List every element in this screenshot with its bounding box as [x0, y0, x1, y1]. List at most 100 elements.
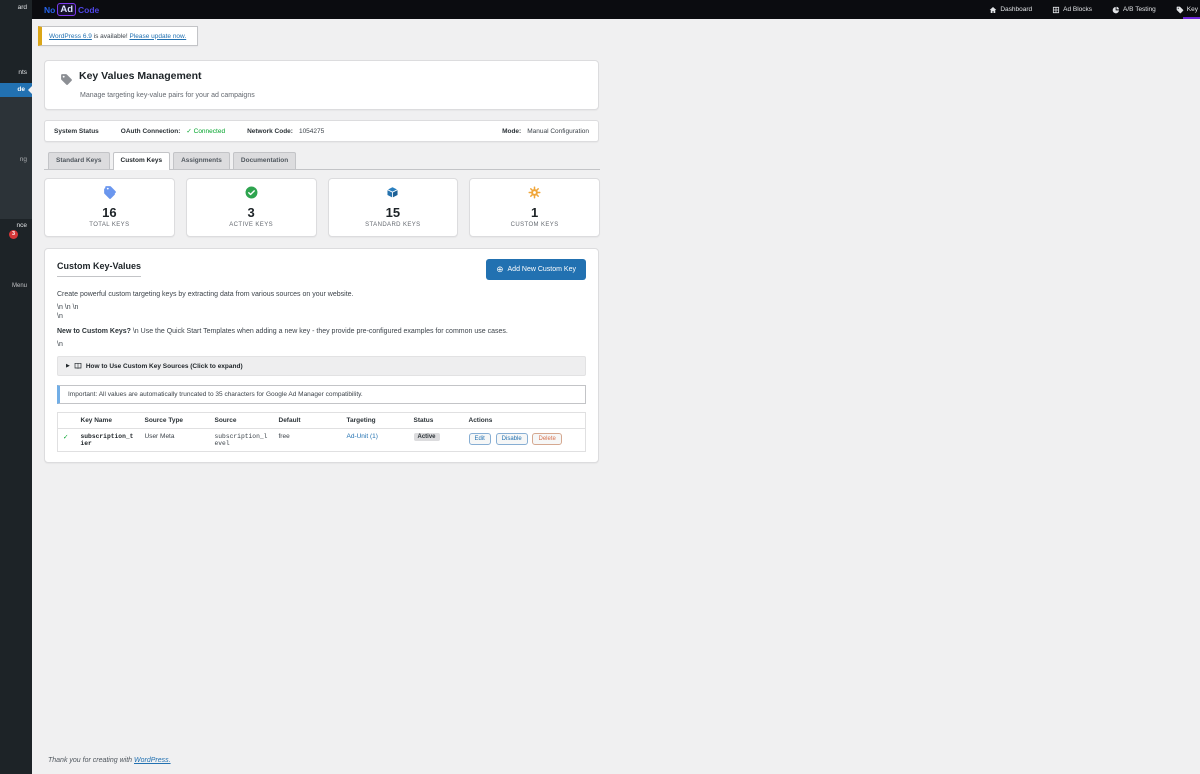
delete-button[interactable]: Delete [532, 433, 561, 445]
panel-title: Custom Key-Values [57, 261, 141, 277]
tab-assignments[interactable]: Assignments [173, 152, 230, 169]
tip-text: New to Custom Keys? \n Use the Quick Sta… [57, 328, 586, 335]
stat-active-keys-value: 3 [187, 205, 316, 220]
oauth-status-value: ✓ Connected [186, 127, 225, 135]
expand-arrow-icon: ▶ [66, 363, 70, 369]
stat-card-standard-keys: 15 STANDARD KEYS [328, 178, 459, 237]
mode-label: Mode: [502, 128, 521, 135]
stat-custom-keys-label: CUSTOM KEYS [470, 222, 599, 228]
oauth-label: OAuth Connection: [121, 128, 181, 135]
stat-total-keys-value: 16 [45, 205, 174, 220]
how-to-expander[interactable]: ▶ How to Use Custom Key Sources (Click t… [57, 356, 586, 376]
check-circle-icon [245, 186, 258, 199]
sidebar-subitem-fragment[interactable]: ng [20, 156, 27, 163]
page-subtitle: Manage targeting key-value pairs for you… [80, 92, 255, 99]
cell-source-type: User Meta [145, 433, 175, 440]
cell-default: free [279, 433, 290, 440]
sidebar-item-active-plugin[interactable]: de [0, 83, 32, 97]
adminbar-item-dashboard[interactable]: Dashboard [989, 6, 1032, 14]
admin-bar: No Ad Code Dashboard Ad Blocks A/B Testi… [32, 0, 1200, 19]
wordpress-footer-link[interactable]: WordPress. [134, 757, 171, 764]
tag-icon [1176, 6, 1184, 14]
gear-icon [528, 186, 541, 199]
tag-icon [60, 73, 73, 86]
tab-standard-keys[interactable]: Standard Keys [48, 152, 110, 169]
grid-icon [1052, 6, 1060, 14]
sidebar-active-label: de [17, 86, 25, 93]
adminbar-item-label: Dashboard [1000, 6, 1032, 13]
book-icon [74, 362, 82, 370]
tip-rest: \n Use the Quick Start Templates when ad… [131, 328, 508, 335]
tab-bar: Standard Keys Custom Keys Assignments Do… [44, 152, 600, 170]
panel-intro-text: Create powerful custom targeting keys by… [57, 291, 586, 298]
sidebar-submenu: ng [0, 97, 32, 219]
stat-card-active-keys: 3 ACTIVE KEYS [186, 178, 317, 237]
tab-documentation[interactable]: Documentation [233, 152, 296, 169]
sidebar-item-appearance-fragment[interactable]: nce [17, 222, 27, 229]
cell-key-name: subscription_tier [81, 433, 134, 447]
footer-text: Thank you for creating with [48, 757, 134, 764]
col-targeting: Targeting [342, 413, 409, 429]
expander-label: How to Use Custom Key Sources (Click to … [86, 363, 243, 370]
plus-circle-icon: ⊕ [496, 265, 503, 274]
col-default: Default [274, 413, 342, 429]
edit-button[interactable]: Edit [469, 433, 491, 445]
tip-bold: New to Custom Keys? [57, 328, 131, 335]
update-now-link[interactable]: Please update now. [129, 33, 186, 40]
system-status-bar: System Status OAuth Connection: ✓ Connec… [44, 120, 599, 142]
adminbar-item-ab-testing[interactable]: A/B Testing [1112, 6, 1156, 14]
custom-keys-table: Key Name Source Type Source Default Targ… [57, 412, 586, 452]
plugin-logo[interactable]: No Ad Code [44, 3, 99, 16]
page-header-card: Key Values Management Manage targeting k… [44, 60, 599, 110]
tab-custom-keys[interactable]: Custom Keys [113, 152, 171, 170]
wordpress-update-notice: WordPress 6.9 is available! Please updat… [38, 26, 198, 46]
disable-button[interactable]: Disable [496, 433, 528, 445]
logo-text-no: No [44, 5, 55, 15]
wordpress-version-link[interactable]: WordPress 6.9 [49, 33, 92, 40]
cube-icon [386, 186, 399, 199]
targeting-link[interactable]: Ad-Unit (1) [347, 433, 378, 440]
newline-artifact-3: \n [57, 341, 586, 348]
adminbar-item-label: Ad Blocks [1063, 6, 1092, 13]
col-status: Status [409, 413, 464, 429]
adminbar-menu: Dashboard Ad Blocks A/B Testing Key [989, 0, 1198, 19]
page-title: Key Values Management [79, 70, 202, 82]
adminbar-item-ad-blocks[interactable]: Ad Blocks [1052, 6, 1092, 14]
cell-source: subscription_level [215, 433, 268, 447]
active-check-icon: ✓ [63, 434, 68, 441]
mode-value: Manual Configuration [527, 128, 589, 135]
adminbar-item-label: Key [1187, 6, 1198, 13]
add-new-custom-key-button[interactable]: ⊕ Add New Custom Key [486, 259, 586, 280]
stat-standard-keys-value: 15 [329, 205, 458, 220]
logo-text-code: Code [78, 5, 99, 15]
col-source: Source [210, 413, 274, 429]
stats-row: 16 TOTAL KEYS 3 ACTIVE KEYS 15 STANDARD … [44, 178, 600, 237]
col-source-type: Source Type [140, 413, 210, 429]
active-menu-arrow-icon [28, 86, 32, 94]
stat-total-keys-label: TOTAL KEYS [45, 222, 174, 228]
sidebar-item-comments-fragment[interactable]: nts [18, 69, 27, 76]
sidebar-item-dashboard-fragment[interactable]: ard [18, 4, 27, 11]
stat-active-keys-label: ACTIVE KEYS [187, 222, 316, 228]
newline-artifact-1: \n \n \n [57, 304, 586, 311]
pie-chart-icon [1112, 6, 1120, 14]
adminbar-item-key-values[interactable]: Key [1176, 6, 1198, 14]
col-check [58, 413, 76, 429]
network-code-value: 1054275 [299, 128, 324, 135]
stat-standard-keys-label: STANDARD KEYS [329, 222, 458, 228]
sidebar-collapse-menu[interactable]: Menu [12, 283, 27, 289]
important-notice: Important: All values are automatically … [57, 385, 586, 404]
status-bar-title: System Status [54, 128, 99, 135]
home-icon [989, 6, 997, 14]
stat-card-custom-keys: 1 CUSTOM KEYS [469, 178, 600, 237]
table-row: ✓ subscription_tier User Meta subscripti… [58, 429, 586, 452]
network-code-label: Network Code: [247, 128, 293, 135]
stat-card-total-keys: 16 TOTAL KEYS [44, 178, 175, 237]
col-actions: Actions [464, 413, 586, 429]
status-badge: Active [414, 433, 440, 441]
table-header-row: Key Name Source Type Source Default Targ… [58, 413, 586, 429]
admin-footer: Thank you for creating with WordPress. [48, 757, 171, 764]
admin-sidebar: ard nts de ng nce 3 Menu [0, 0, 32, 774]
col-key-name: Key Name [76, 413, 140, 429]
active-adminbar-indicator [1183, 17, 1200, 19]
